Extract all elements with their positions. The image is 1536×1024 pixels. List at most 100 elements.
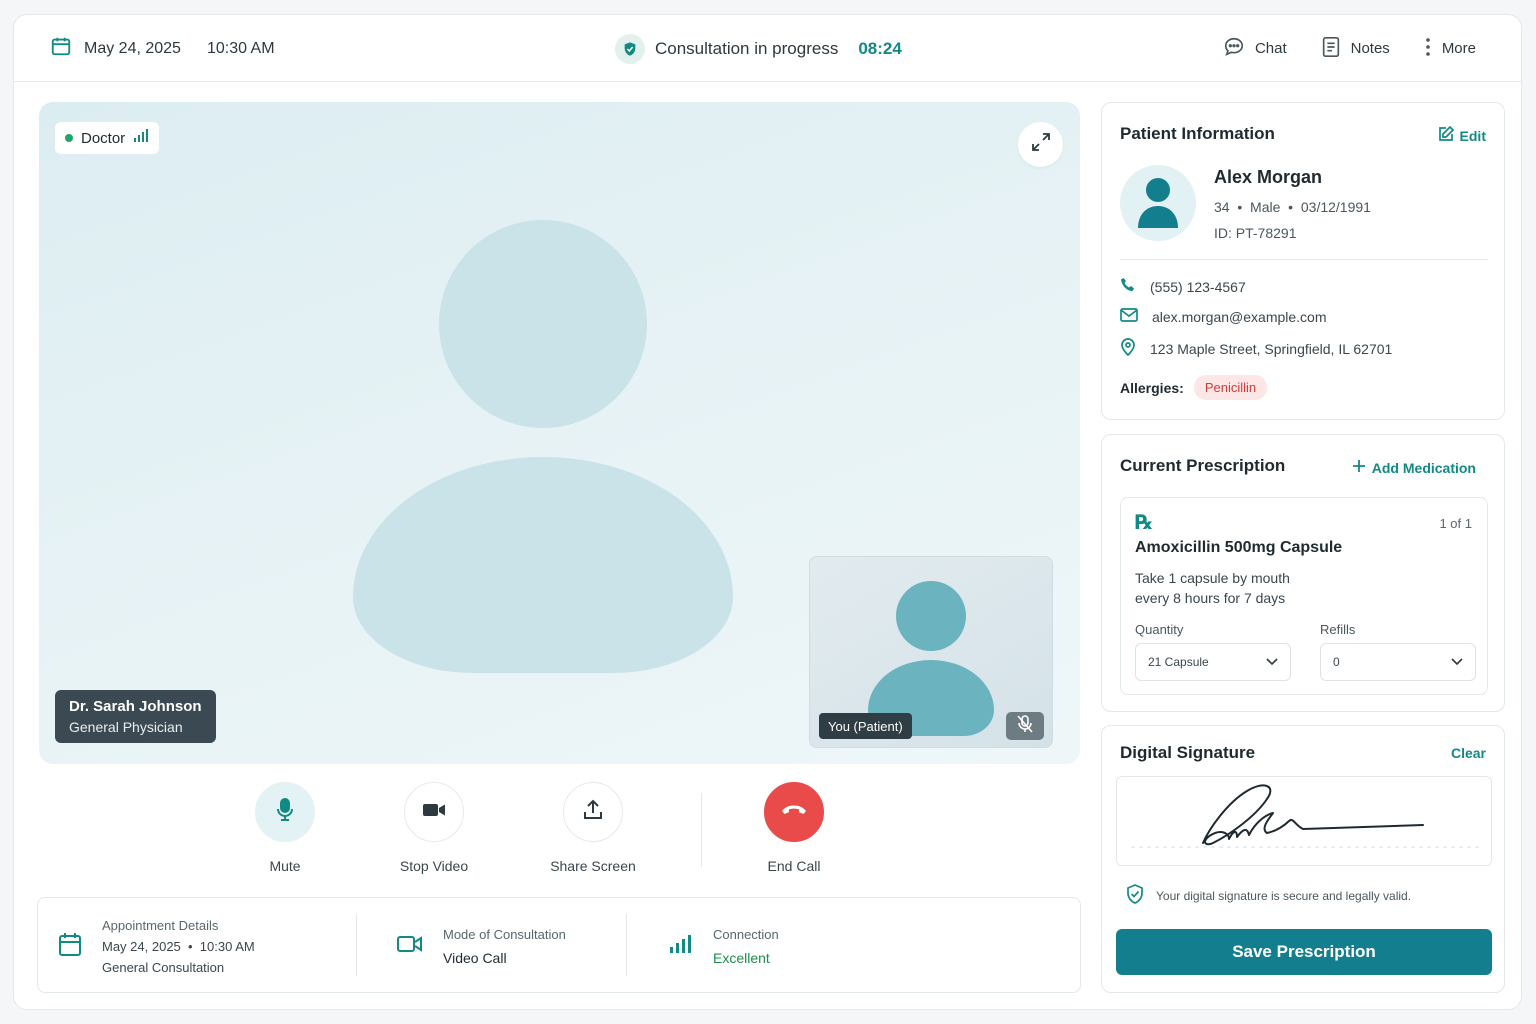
- doctor-name-tag: Dr. Sarah Johnson General Physician: [55, 690, 216, 743]
- prescription-card: Current Prescription Add Medication ℞ 1 …: [1101, 434, 1505, 712]
- appointment-type: General Consultation: [102, 959, 225, 975]
- fullscreen-button[interactable]: [1018, 122, 1063, 167]
- header-actions: Chat Notes More: [1223, 15, 1476, 82]
- video-camera-icon: [422, 802, 446, 823]
- stop-video-control[interactable]: Stop Video: [379, 782, 489, 874]
- mic-icon: [275, 797, 295, 827]
- quantity-label: Quantity: [1135, 622, 1184, 637]
- signature-drawing: [1131, 784, 1479, 848]
- chat-button[interactable]: Chat: [1223, 36, 1287, 62]
- participant-role: Doctor: [81, 129, 126, 147]
- share-screen-label: Share Screen: [550, 858, 636, 874]
- online-indicator: [65, 134, 73, 142]
- self-avatar-head: [896, 581, 966, 651]
- controls-divider: [701, 793, 702, 867]
- appointment-title: Appointment Details: [102, 917, 219, 933]
- doctor-name: Dr. Sarah Johnson: [69, 698, 202, 715]
- doctor-specialty: General Physician: [69, 719, 183, 735]
- more-button[interactable]: More: [1424, 37, 1476, 61]
- signature-security-note: Your digital signature is secure and leg…: [1126, 884, 1411, 907]
- allergies-row: Allergies: Penicillin: [1120, 375, 1268, 400]
- separator-dot: •: [1284, 199, 1301, 215]
- patient-email[interactable]: alex.morgan@example.com: [1152, 309, 1327, 325]
- medication-item: ℞ 1 of 1 Amoxicillin 500mg Capsule Take …: [1120, 497, 1488, 695]
- refills-select[interactable]: 0: [1320, 643, 1476, 681]
- share-screen-control[interactable]: Share Screen: [538, 782, 648, 874]
- notes-button[interactable]: Notes: [1321, 36, 1390, 62]
- patient-name: Alex Morgan: [1214, 167, 1323, 187]
- stop-video-button[interactable]: [404, 782, 464, 842]
- signature-card: Digital Signature Clear Your digital sig…: [1101, 725, 1505, 993]
- quantity-value: 21 Capsule: [1148, 655, 1209, 669]
- edit-patient-button[interactable]: Edit: [1438, 125, 1486, 145]
- signature-note-text: Your digital signature is secure and leg…: [1156, 888, 1412, 903]
- mode-title: Mode of Consultation: [443, 926, 566, 942]
- medication-name: Amoxicillin 500mg Capsule: [1135, 539, 1343, 556]
- self-mic-status: [1006, 712, 1044, 740]
- patient-avatar: [1120, 165, 1196, 241]
- patient-info-card: Patient Information Edit Alex Morgan 34 …: [1101, 102, 1505, 420]
- connection-quality: Connection Excellent: [669, 898, 779, 994]
- quantity-select[interactable]: 21 Capsule: [1135, 643, 1291, 681]
- self-view-label: You (Patient): [819, 713, 912, 739]
- location-pin-icon: [1120, 338, 1136, 359]
- main-video-feed: Doctor Dr. Sarah Johnson General Physici…: [39, 102, 1080, 764]
- divider: [1120, 259, 1488, 260]
- connection-value: Excellent: [713, 949, 770, 966]
- plus-icon: [1352, 459, 1366, 476]
- consultation-status: Consultation in progress 08:24: [615, 15, 902, 82]
- medication-directions: Take 1 capsule by mouth every 8 hours fo…: [1135, 570, 1290, 606]
- top-bar: May 24, 2025 10:30 AM Consultation in pr…: [14, 15, 1521, 82]
- participant-tag: Doctor: [55, 122, 160, 154]
- share-screen-button[interactable]: [563, 782, 623, 842]
- share-upload-icon: [582, 799, 604, 826]
- patient-id: ID: PT-78291: [1214, 225, 1297, 241]
- mute-label: Mute: [269, 858, 301, 874]
- more-vertical-icon: [1424, 37, 1432, 61]
- expand-icon: [1031, 132, 1051, 157]
- patient-demographics: 34 • Male • 03/12/1991: [1214, 199, 1371, 215]
- patient-email-row: alex.morgan@example.com: [1120, 308, 1327, 325]
- end-call-button[interactable]: [764, 782, 824, 842]
- rx-icon: ℞: [1135, 512, 1153, 534]
- phone-hangup-icon: [781, 803, 807, 821]
- info-divider: [626, 914, 627, 976]
- patient-age: 34: [1214, 199, 1230, 215]
- clear-label: Clear: [1450, 745, 1486, 761]
- phone-icon: [1120, 277, 1136, 296]
- notes-label: Notes: [1350, 40, 1390, 57]
- appointment-date: May 24, 2025: [102, 938, 181, 954]
- calendar-icon: [50, 35, 72, 62]
- appointment-time: 10:30 AM: [199, 938, 255, 954]
- edit-icon: [1438, 125, 1454, 145]
- patient-gender: Male: [1250, 199, 1281, 215]
- end-call-control[interactable]: End Call: [739, 782, 849, 874]
- mute-control[interactable]: Mute: [230, 782, 340, 874]
- mute-button[interactable]: [255, 782, 315, 842]
- allergies-label: Allergies:: [1120, 379, 1184, 396]
- end-call-label: End Call: [767, 858, 821, 874]
- session-datetime: May 24, 2025 10:30 AM: [50, 15, 275, 82]
- add-medication-button[interactable]: Add Medication: [1352, 459, 1476, 476]
- signature-pad[interactable]: [1116, 776, 1492, 866]
- patient-phone[interactable]: (555) 123-4567: [1150, 279, 1246, 295]
- status-text: Consultation in progress: [655, 38, 839, 58]
- clear-signature-button[interactable]: Clear: [1451, 745, 1486, 761]
- calendar-icon: [58, 931, 82, 962]
- self-view-video[interactable]: You (Patient): [809, 556, 1053, 748]
- chevron-down-icon: [1451, 655, 1463, 669]
- medication-counter: 1 of 1: [1439, 516, 1472, 531]
- patient-info-title: Patient Information: [1120, 124, 1275, 143]
- signature-title: Digital Signature: [1120, 743, 1256, 762]
- more-label: More: [1441, 40, 1476, 57]
- save-prescription-button[interactable]: Save Prescription: [1116, 929, 1492, 975]
- mic-off-icon: [1017, 714, 1033, 738]
- refills-value: 0: [1333, 655, 1340, 669]
- connection-title: Connection: [713, 926, 779, 942]
- session-date: May 24, 2025: [84, 39, 181, 57]
- signal-icon: [133, 129, 149, 147]
- call-timer: 08:24: [858, 38, 902, 58]
- patient-phone-row: (555) 123-4567: [1120, 277, 1246, 296]
- chat-label: Chat: [1254, 40, 1287, 57]
- chat-bubble-icon: [1223, 36, 1245, 62]
